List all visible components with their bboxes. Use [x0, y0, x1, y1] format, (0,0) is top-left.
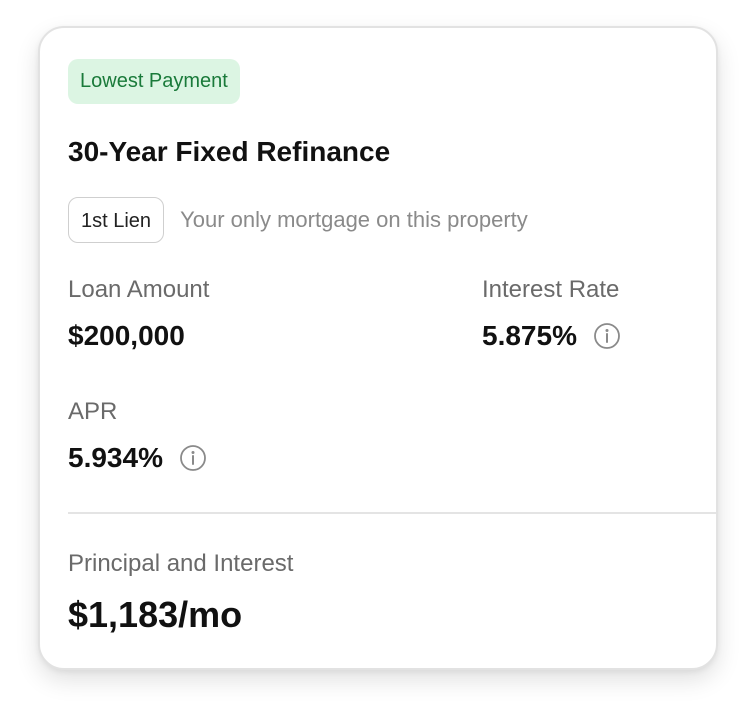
apr-label: APR [68, 398, 118, 425]
interest-rate-info-icon[interactable] [593, 322, 621, 350]
lien-tag: 1st Lien [68, 197, 165, 243]
lien-row: 1st Lien Your only mortgage on this prop… [68, 196, 528, 244]
interest-rate-label: Interest Rate [482, 276, 620, 303]
apr-value: 5.934% [68, 442, 207, 474]
lien-description: Your only mortgage on this property [180, 207, 528, 232]
interest-rate-text: 5.875% [482, 320, 577, 351]
loan-product-title: 30-Year Fixed Refinance [68, 136, 391, 167]
monthly-payment-value: $1,183/mo [68, 594, 243, 635]
loan-amount-text: $200,000 [68, 320, 185, 351]
loan-offer-card[interactable]: Lowest Payment 30-Year Fixed Refinance 1… [38, 26, 718, 670]
apr-info-icon[interactable] [179, 444, 207, 472]
lowest-payment-badge: Lowest Payment [68, 59, 240, 104]
loan-amount-value: $200,000 [68, 320, 185, 352]
section-divider [68, 512, 716, 514]
loan-amount-label: Loan Amount [68, 276, 210, 303]
interest-rate-value: 5.875% [482, 320, 621, 352]
principal-interest-label: Principal and Interest [68, 550, 294, 577]
apr-text: 5.934% [68, 442, 163, 473]
